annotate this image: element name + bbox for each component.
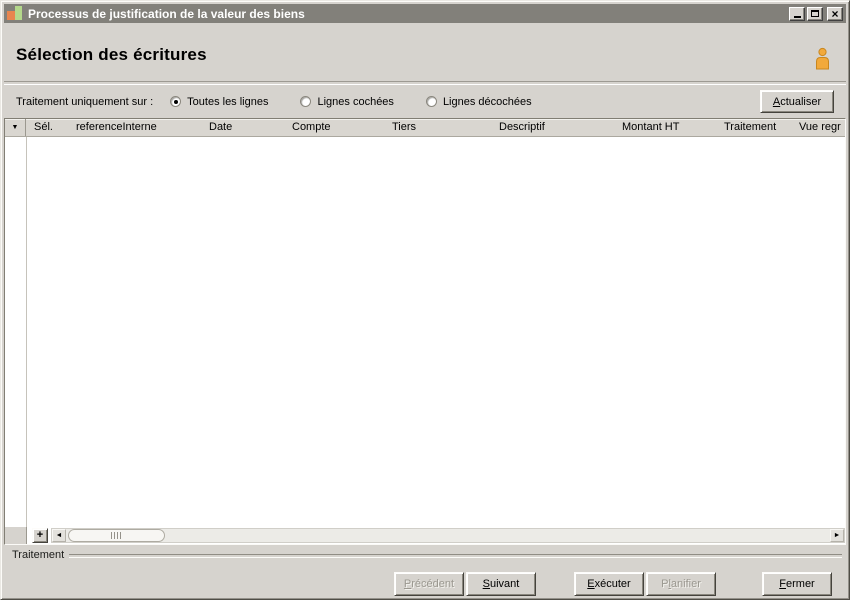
close-icon: × bbox=[831, 6, 839, 21]
scroll-left-button[interactable]: ◄ bbox=[52, 529, 66, 542]
radio-lignes-decochees[interactable]: Lignes décochées bbox=[425, 95, 532, 108]
radio-label: Toutes les lignes bbox=[187, 95, 269, 108]
radio-label: Lignes cochées bbox=[317, 95, 394, 108]
execute-button-label: Exécuter bbox=[587, 578, 631, 590]
app-icon-green-bar bbox=[15, 6, 22, 20]
schedule-button[interactable]: Planifier bbox=[646, 572, 716, 596]
selector-column-divider bbox=[26, 137, 27, 527]
column-header-vue-regroupee[interactable]: Vue regr bbox=[791, 119, 845, 136]
column-header-sel[interactable]: Sél. bbox=[26, 119, 68, 136]
column-selector-button[interactable]: ▼ bbox=[5, 119, 26, 136]
scrollbar-grip-icon bbox=[111, 532, 122, 539]
column-header-descriptif[interactable]: Descriptif bbox=[491, 119, 614, 136]
scrollbar-track[interactable] bbox=[66, 529, 830, 542]
traitement-group-label: Traitement bbox=[12, 549, 65, 561]
table-footer-corner bbox=[5, 527, 27, 544]
close-dialog-button-label: Fermer bbox=[779, 578, 815, 590]
minimize-icon bbox=[793, 16, 801, 18]
window-title: Processus de justification de la valeur … bbox=[28, 6, 305, 21]
arrow-right-icon: ► bbox=[833, 532, 841, 539]
arrow-left-icon: ◄ bbox=[55, 532, 63, 539]
radio-label: Lignes décochées bbox=[442, 95, 532, 108]
scroll-right-button[interactable]: ► bbox=[830, 529, 844, 542]
add-row-button[interactable]: + bbox=[32, 528, 48, 543]
close-button[interactable]: × bbox=[827, 6, 843, 21]
radio-toutes-les-lignes[interactable]: Toutes les lignes bbox=[170, 96, 268, 108]
column-header-reference-interne[interactable]: referenceInterne bbox=[68, 119, 201, 136]
column-header-date[interactable]: Date bbox=[201, 119, 284, 136]
window-controls: × bbox=[789, 6, 843, 21]
filter-label: Traitement uniquement sur : bbox=[16, 95, 154, 108]
column-header-montant-ht[interactable]: Montant HT bbox=[614, 119, 716, 136]
traitement-group-line bbox=[69, 553, 842, 558]
next-button-label: Suivant bbox=[482, 578, 520, 590]
refresh-button[interactable]: Actualiser bbox=[760, 90, 834, 113]
radio-lignes-cochees[interactable]: Lignes cochées bbox=[300, 95, 394, 108]
titlebar[interactable]: Processus de justification de la valeur … bbox=[4, 4, 846, 23]
column-header-compte[interactable]: Compte bbox=[284, 119, 384, 136]
column-header-tiers[interactable]: Tiers bbox=[384, 119, 491, 136]
previous-button-label: Précédent bbox=[403, 578, 455, 590]
schedule-button-label: Planifier bbox=[661, 578, 701, 590]
filter-row: Traitement uniquement sur : Toutes les l… bbox=[4, 85, 846, 118]
dialog-window: Processus de justification de la valeur … bbox=[0, 0, 850, 600]
execute-button[interactable]: Exécuter bbox=[574, 572, 644, 596]
page-header: Sélection des écritures bbox=[4, 23, 846, 81]
refresh-button-label: Actualiser bbox=[772, 95, 822, 108]
horizontal-scrollbar[interactable]: ◄ ► bbox=[51, 528, 845, 543]
previous-button[interactable]: Précédent bbox=[394, 572, 464, 596]
table-body-empty[interactable] bbox=[5, 137, 845, 527]
chevron-down-icon: ▼ bbox=[11, 124, 19, 131]
action-button-row: Précédent Suivant Exécuter Planifier Fer… bbox=[4, 563, 846, 596]
entries-table: ▼ Sél. referenceInterne Date Compte Tier… bbox=[4, 118, 846, 545]
radio-button-icon[interactable] bbox=[300, 96, 312, 107]
person-icon bbox=[813, 47, 832, 74]
next-button[interactable]: Suivant bbox=[466, 572, 536, 596]
close-dialog-button[interactable]: Fermer bbox=[762, 572, 832, 596]
radio-button-icon[interactable] bbox=[425, 96, 437, 107]
scrollbar-thumb[interactable] bbox=[68, 529, 165, 542]
maximize-icon bbox=[811, 10, 819, 17]
minimize-button[interactable] bbox=[789, 6, 805, 21]
maximize-button[interactable] bbox=[807, 6, 823, 21]
traitement-group: Traitement bbox=[4, 545, 846, 563]
page-title: Sélection des écritures bbox=[16, 45, 207, 64]
table-footer: + ◄ ► bbox=[5, 527, 845, 544]
radio-button-icon[interactable] bbox=[170, 96, 182, 107]
dialog-content: Sélection des écritures Traitement uniqu… bbox=[4, 23, 846, 596]
app-icon bbox=[7, 6, 22, 21]
column-header-traitement[interactable]: Traitement bbox=[716, 119, 791, 136]
table-header-row: ▼ Sél. referenceInterne Date Compte Tier… bbox=[5, 119, 845, 137]
app-icon-orange-bar bbox=[7, 11, 15, 20]
